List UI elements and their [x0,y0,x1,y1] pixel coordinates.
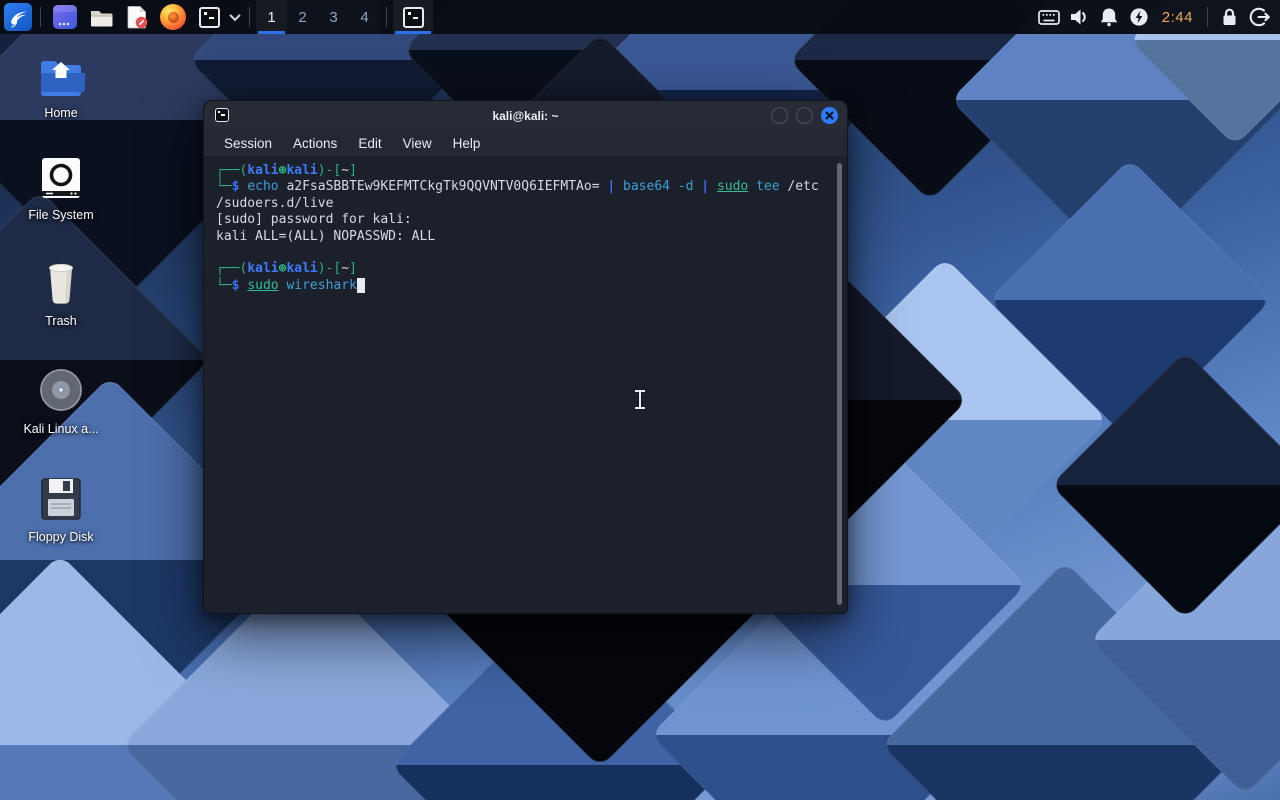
terminal-line: [sudo] password for kali: [216,212,412,228]
app-finder-button[interactable] [50,2,80,32]
workspace-label: 1 [267,8,276,26]
panel-separator [386,7,387,27]
lock-icon [1223,8,1235,25]
terminal-line: └─$ echo a2FsaSBBTEw9KEFMTCkgTk9QQVNTV0Q… [216,179,819,195]
menu-session[interactable]: Session [224,136,272,151]
workspace-2-button[interactable]: 2 [287,0,318,34]
terminal-line: ┌──(kali⊛kali)-[~] [216,261,357,277]
terminal-scrollbar[interactable] [837,163,842,605]
terminal-screen[interactable]: ┌──(kali⊛kali)-[~] └─$ echo a2FsaSBBTEw9K… [204,157,847,613]
panel-separator [40,7,41,27]
taskbar-terminal-button[interactable] [393,0,433,34]
optical-disc-icon [40,369,82,411]
window-buttons [771,107,838,124]
workspace-label: 4 [360,8,369,26]
volume-tray-button[interactable] [1064,2,1094,32]
menu-actions[interactable]: Actions [293,136,337,151]
kali-menu-button[interactable] [4,3,32,31]
notifications-tray-button[interactable] [1094,2,1124,32]
workspace-3-button[interactable]: 3 [318,0,349,34]
desktop-icon-trash[interactable]: Trash [14,260,108,328]
kali-dragon-icon [10,11,27,28]
panel-clock[interactable]: 2:44 [1162,9,1193,26]
chevron-down-icon [229,9,241,22]
filesystem-drive-icon [42,158,80,198]
terminal-window: kali@kali: ~ Session Actions Edit View H… [203,100,848,614]
terminal-launcher-button[interactable] [194,2,224,32]
minimize-button[interactable] [771,107,788,124]
desktop-icon-kali-disc[interactable]: Kali Linux a... [14,366,108,436]
terminal-line: └─$ sudo wireshark [216,277,827,294]
desktop-icon-floppy-disk[interactable]: Floppy Disk [14,476,108,544]
ibeam-cursor [633,390,647,409]
trash-icon [49,263,73,304]
panel-separator [1207,7,1208,27]
power-manager-tray-button[interactable] [1124,2,1154,32]
workspace-4-button[interactable]: 4 [349,0,380,34]
panel-separator [249,7,250,27]
terminal-titlebar[interactable]: kali@kali: ~ [204,101,847,130]
top-panel: 1 2 3 4 2:44 [0,0,1280,34]
text-editor-icon [127,6,148,29]
terminal-line: /sudoers.d/live [216,195,334,211]
desktop-icon-label: File System [28,208,94,222]
terminal-icon [198,6,220,28]
menu-help[interactable]: Help [453,136,481,151]
desktop-icon-file-system[interactable]: File System [14,156,108,222]
floppy-disk-icon [41,478,81,520]
battery-power-icon [1130,8,1148,26]
folder-icon [91,11,113,27]
workspace-label: 3 [329,8,338,26]
desktop-icon-home[interactable]: Home [14,56,108,120]
keyboard-icon [1037,9,1060,25]
desktop-icon-label: Kali Linux a... [23,422,99,436]
close-icon [825,111,834,120]
logout-icon [1249,7,1270,27]
file-manager-button[interactable] [86,2,116,32]
text-editor-button[interactable] [122,2,152,32]
logout-button[interactable] [1244,2,1274,32]
window-title: kali@kali: ~ [492,108,559,123]
keyboard-tray-button[interactable] [1034,2,1064,32]
terminal-icon [215,108,229,122]
terminal-line: kali ALL=(ALL) NOPASSWD: ALL [216,228,436,244]
home-folder-icon [41,61,85,96]
bell-icon [1100,8,1117,27]
app-finder-icon [53,5,77,29]
maximize-button[interactable] [796,107,813,124]
firefox-icon [160,4,186,30]
terminal-dropdown-button[interactable] [227,2,243,32]
desktop-icon-label: Home [44,106,78,120]
lock-screen-button[interactable] [1214,2,1244,32]
desktop-icon-label: Trash [45,314,77,328]
close-button[interactable] [821,107,838,124]
firefox-launcher-button[interactable] [158,2,188,32]
menu-edit[interactable]: Edit [358,136,381,151]
desktop-icon-label: Floppy Disk [28,530,94,544]
volume-icon [1070,9,1086,25]
workspace-1-button[interactable]: 1 [256,0,287,34]
terminal-icon [402,6,424,28]
terminal-menubar: Session Actions Edit View Help [204,130,847,157]
terminal-line: ┌──(kali⊛kali)-[~] [216,163,357,178]
menu-view[interactable]: View [403,136,432,151]
workspace-label: 2 [298,8,307,26]
